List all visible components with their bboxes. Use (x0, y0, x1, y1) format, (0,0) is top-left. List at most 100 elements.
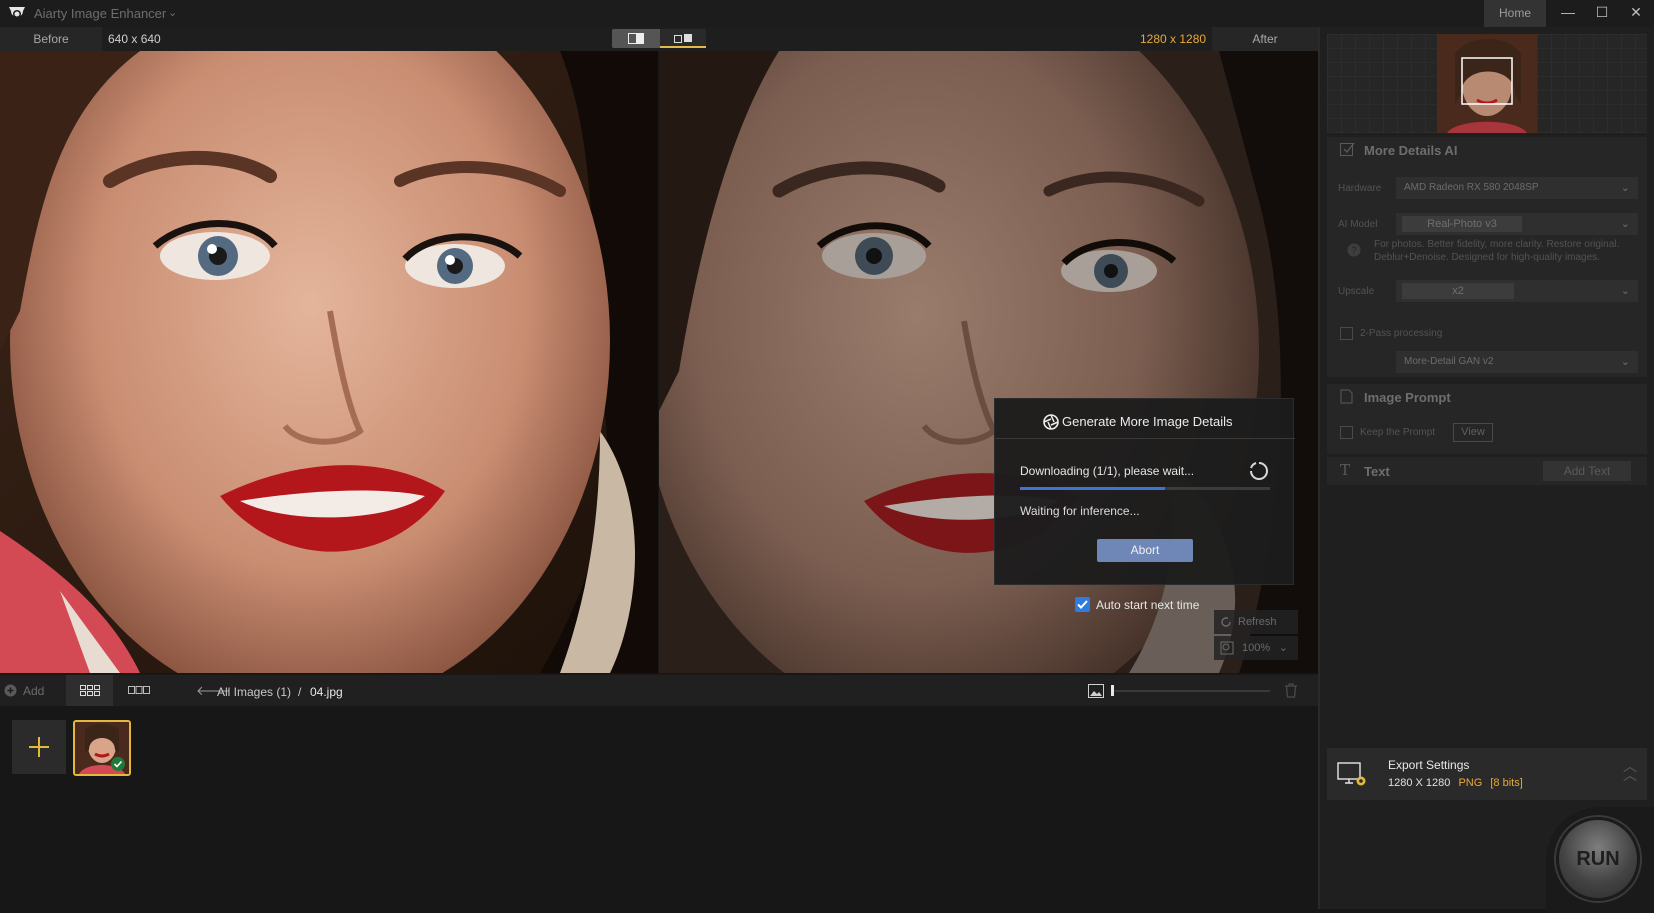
app-title: Aiarty Image Enhancer (34, 6, 167, 21)
ai-model-value: Real-Photo v3 (1402, 216, 1522, 232)
edit-checkbox-icon[interactable] (1340, 142, 1355, 156)
breadcrumb-all-images[interactable]: All Images (1) (217, 685, 291, 699)
home-button[interactable]: Home (1484, 0, 1546, 27)
export-monitor-icon (1337, 762, 1366, 786)
export-settings[interactable]: Export Settings 1280 X 1280 PNG [8 bits]… (1327, 748, 1647, 800)
slider-handle[interactable] (1111, 685, 1114, 696)
two-pass-checkbox[interactable] (1340, 327, 1353, 340)
after-label: After (1212, 27, 1318, 51)
more-details-section: More Details AI Hardware AMD Radeon RX 5… (1327, 137, 1647, 377)
before-size: 640 x 640 (108, 32, 161, 46)
minimize-button[interactable]: — (1551, 0, 1585, 27)
navigator-canvas (1327, 34, 1647, 133)
image-prompt-section: Image Prompt Keep the Prompt View (1327, 384, 1647, 454)
grid-view-icon (80, 685, 100, 696)
ai-model-dropdown[interactable]: Real-Photo v3 ⌄ (1396, 213, 1638, 235)
image-prompt-title: Image Prompt (1364, 390, 1451, 405)
refresh-label: Refresh (1238, 616, 1277, 628)
double-chevron-up-icon[interactable]: ︿ ︿ (1623, 759, 1637, 782)
add-text-button[interactable]: Add Text (1543, 461, 1631, 481)
text-t-icon: T (1340, 461, 1351, 479)
hardware-value: AMD Radeon RX 580 2048SP (1404, 182, 1539, 193)
side-by-side-view-button[interactable] (612, 29, 660, 48)
app-logo-icon (9, 7, 25, 18)
zoom-dropdown[interactable]: 100% ⌄ (1214, 636, 1298, 660)
dialog-title: Generate More Image Details (1062, 414, 1233, 429)
chevron-down-icon: ⌄ (1620, 285, 1630, 297)
aperture-icon (1043, 414, 1059, 430)
download-progress-bar (1020, 487, 1270, 490)
title-bar (0, 0, 1654, 27)
export-summary: 1280 X 1280 PNG [8 bits] (1388, 777, 1523, 789)
add-label: Add (23, 684, 45, 698)
plus-icon (29, 737, 49, 757)
thumbnail-portrait (75, 722, 129, 774)
trash-icon[interactable] (1284, 683, 1298, 698)
export-size: 1280 X 1280 (1388, 777, 1451, 789)
zoom-icon (1220, 641, 1234, 655)
split-view-button[interactable] (660, 29, 706, 48)
svg-text:?: ? (1351, 246, 1357, 257)
close-button[interactable]: ✕ (1619, 0, 1653, 27)
chevron-down-icon: ⌄ (1620, 356, 1630, 368)
zoom-value: 100% (1242, 642, 1271, 654)
before-label: Before (0, 27, 102, 51)
text-title: Text (1364, 464, 1390, 479)
export-bits: [8 bits] (1490, 777, 1523, 789)
image-thumbnail[interactable] (73, 720, 131, 776)
ai-model-label: AI Model (1338, 219, 1378, 230)
chevron-down-icon: ⌄ (1278, 642, 1288, 654)
split-view-icon (674, 34, 692, 43)
text-section: T Text Add Text (1327, 457, 1647, 485)
document-icon (1340, 389, 1353, 404)
maximize-button[interactable]: ☐ (1585, 0, 1619, 27)
inference-status: Waiting for inference... (1020, 504, 1140, 518)
more-details-title: More Details AI (1364, 143, 1458, 158)
two-pass-model-dropdown[interactable]: More-Detail GAN v2 ⌄ (1396, 351, 1638, 373)
two-pass-model-value: More-Detail GAN v2 (1404, 356, 1494, 367)
add-circle-icon (4, 684, 17, 697)
ai-model-description-1: For photos. Better fidelity, more clarit… (1374, 239, 1620, 250)
side-by-side-view-icon (628, 33, 644, 44)
breadcrumb-file: 04.jpg (310, 685, 343, 699)
abort-button[interactable]: Abort (1097, 539, 1193, 562)
generate-details-dialog: Generate More Image Details Downloading … (994, 398, 1295, 585)
keep-prompt-label: Keep the Prompt (1360, 427, 1436, 438)
thumbnail-size-slider[interactable] (1112, 690, 1270, 692)
spinner-icon (1250, 462, 1268, 480)
download-status: Downloading (1/1), please wait... (1020, 464, 1195, 478)
hardware-label: Hardware (1338, 183, 1382, 194)
view-prompt-button[interactable]: View (1453, 423, 1493, 442)
upscale-label: Upscale (1338, 286, 1375, 297)
two-pass-label: 2-Pass processing (1360, 328, 1443, 339)
auto-start-checkbox[interactable] (1075, 597, 1090, 612)
run-button[interactable]: RUN (1556, 817, 1640, 901)
add-image-tile[interactable] (12, 720, 66, 774)
upscale-dropdown[interactable]: x2 ⌄ (1396, 280, 1638, 302)
chevron-down-icon: ⌄ (1620, 218, 1630, 230)
navigator-preview[interactable] (1327, 34, 1647, 133)
hardware-dropdown[interactable]: AMD Radeon RX 580 2048SP ⌄ (1396, 177, 1638, 199)
download-progress-fill (1020, 487, 1165, 490)
refresh-button[interactable]: Refresh (1214, 610, 1298, 634)
keep-prompt-checkbox[interactable] (1340, 426, 1353, 439)
strip-view-icon (128, 686, 150, 694)
after-size: 1280 x 1280 (1140, 32, 1207, 46)
app-window: Aiarty Image Enhancer ⌄ Home — ☐ ✕ Befor… (0, 0, 1654, 913)
chevron-down-icon: ⌄ (1620, 182, 1630, 194)
export-title: Export Settings (1388, 758, 1470, 772)
thumbnail-area (0, 706, 1318, 909)
add-images-button[interactable]: Add (4, 681, 44, 701)
checkmark-icon (1077, 600, 1088, 609)
portrait-before (0, 51, 658, 673)
before-image[interactable] (0, 51, 658, 673)
auto-start-label: Auto start next time (1096, 598, 1200, 612)
strip-view-button[interactable] (116, 675, 163, 706)
breadcrumb-separator: / (298, 685, 302, 699)
grid-view-button[interactable] (66, 675, 113, 706)
refresh-icon (1221, 617, 1231, 627)
chevron-down-icon[interactable]: ⌄ (168, 6, 177, 19)
help-icon[interactable]: ? (1347, 243, 1361, 257)
ai-model-description-2: Deblur+Denoise. Designed for high-qualit… (1374, 252, 1600, 263)
image-icon (1088, 684, 1104, 698)
